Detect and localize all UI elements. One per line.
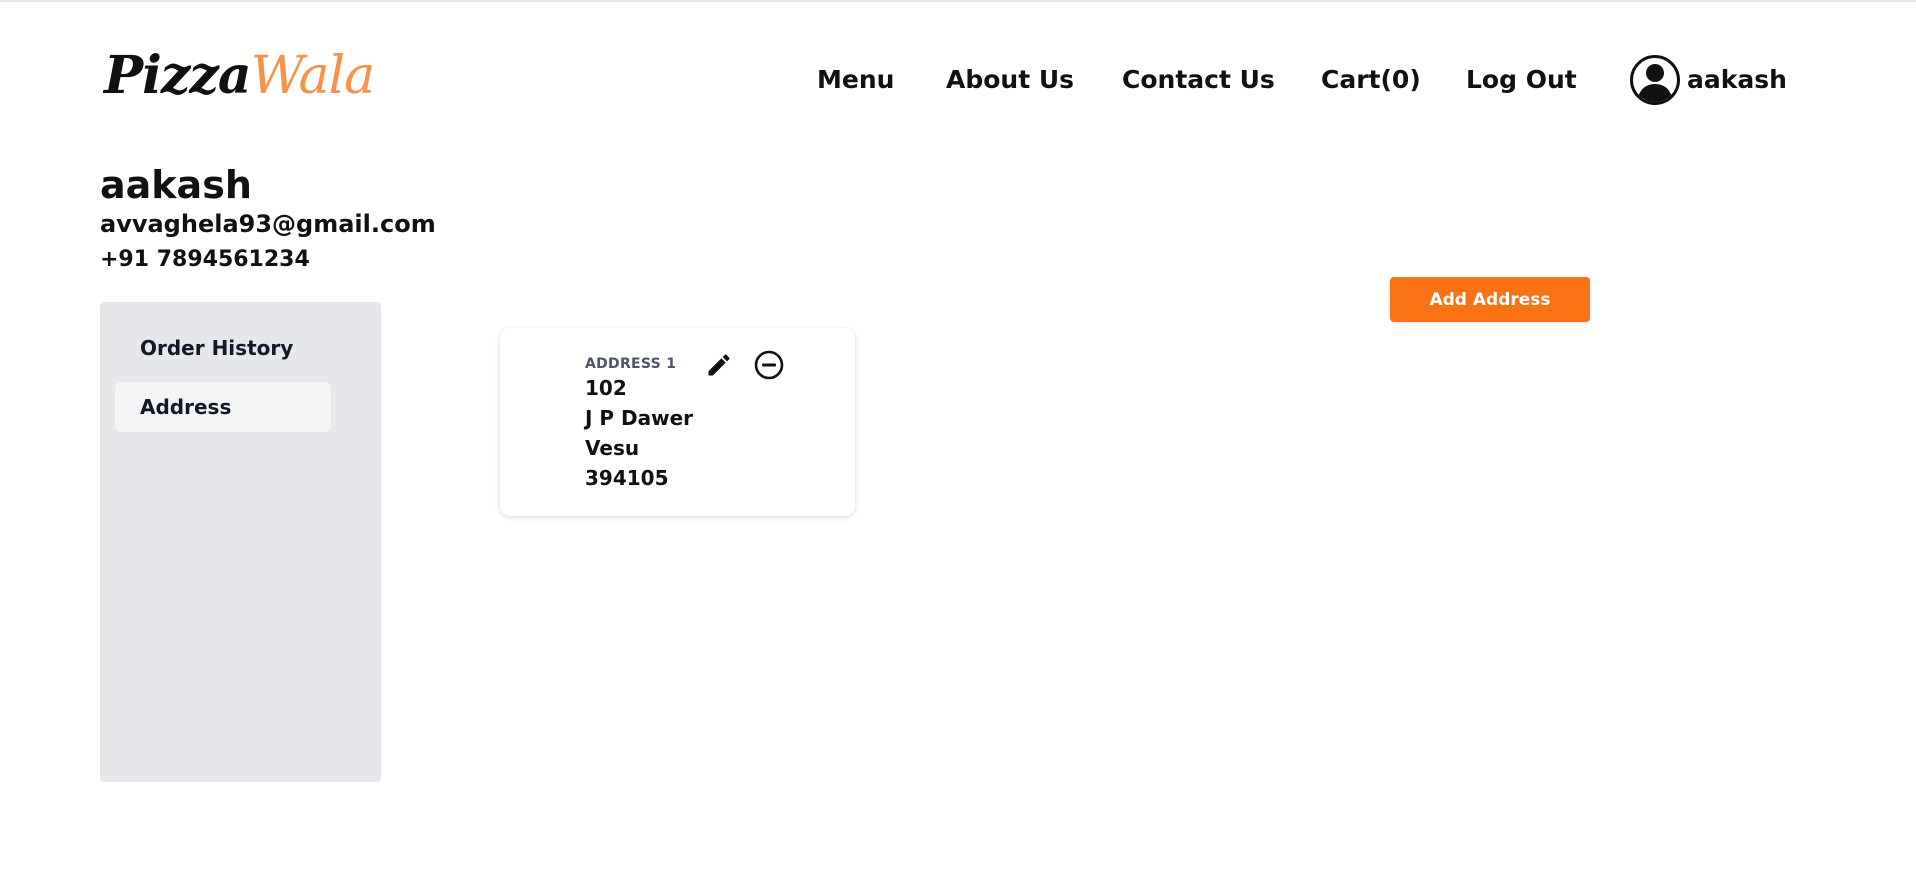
nav-link-about-us[interactable]: About Us bbox=[946, 62, 1074, 98]
profile-name: aakash bbox=[100, 163, 252, 207]
address-card-label: ADDRESS 1 bbox=[585, 356, 677, 372]
address-line-house: 102 bbox=[585, 376, 627, 400]
minus-circle-icon[interactable] bbox=[753, 349, 785, 381]
address-line-pincode: 394105 bbox=[585, 466, 669, 490]
logo-text-wala: Wala bbox=[250, 46, 376, 106]
logo[interactable]: PizzaWala bbox=[104, 45, 376, 107]
logo-text-pizza: Pizza bbox=[104, 45, 252, 106]
nav-link-log-out[interactable]: Log Out bbox=[1466, 62, 1577, 98]
user-name: aakash bbox=[1687, 65, 1787, 94]
top-border bbox=[0, 0, 1916, 2]
nav-link-menu[interactable]: Menu bbox=[817, 62, 894, 98]
pencil-icon[interactable] bbox=[703, 349, 735, 381]
user-menu[interactable]: aakash bbox=[1630, 55, 1787, 105]
profile-phone: +91 7894561234 bbox=[100, 247, 310, 272]
profile-email: avvaghela93@gmail.com bbox=[100, 210, 436, 238]
add-address-button[interactable]: Add Address bbox=[1390, 277, 1590, 322]
nav-link-cart[interactable]: Cart(0) bbox=[1321, 62, 1421, 98]
address-line-area: Vesu bbox=[585, 436, 640, 460]
sidebar-item-address[interactable]: Address bbox=[115, 382, 331, 432]
sidebar-item-order-history[interactable]: Order History bbox=[115, 323, 331, 373]
user-avatar-icon bbox=[1630, 55, 1680, 105]
address-card: ADDRESS 1 102 J P Dawer Vesu 394105 bbox=[500, 328, 855, 516]
address-line-street: J P Dawer bbox=[585, 406, 694, 430]
nav-link-contact-us[interactable]: Contact Us bbox=[1122, 62, 1275, 98]
account-sidebar: Order History Address bbox=[100, 302, 381, 782]
